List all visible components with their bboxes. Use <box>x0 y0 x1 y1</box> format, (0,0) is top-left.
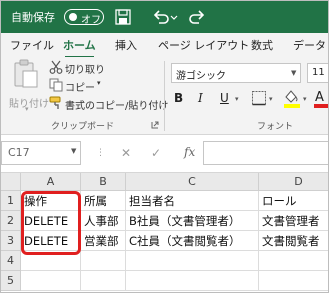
tab-file[interactable]: ファイル <box>10 37 54 53</box>
cut-button[interactable]: 切り取り <box>65 61 105 76</box>
row-header[interactable]: 2 <box>1 211 21 231</box>
clipboard-group-label: クリップボード <box>51 122 115 132</box>
undo-dropdown-icon[interactable] <box>169 7 179 27</box>
table-cell[interactable]: B社員（文書管理者） <box>126 211 259 231</box>
toggle-knob <box>69 13 77 21</box>
row-header[interactable]: 1 <box>1 191 21 211</box>
table-cell[interactable]: 担当者名 <box>126 191 259 211</box>
group-separator <box>164 61 165 131</box>
tab-page-layout[interactable]: ページ レイアウト <box>158 37 249 53</box>
dialog-launcher-icon[interactable] <box>151 121 159 129</box>
table-cell[interactable] <box>21 271 81 291</box>
ribbon-tabs: ファイル ホーム 挿入 ページ レイアウト 数式 データ <box>1 33 328 58</box>
borders-icon[interactable] <box>251 90 267 106</box>
chevron-down-icon[interactable]: ▼ <box>291 63 301 83</box>
formula-bar: C17 ▼ ⋮ ✕ ✓ fx <box>1 135 328 173</box>
font-color-icon[interactable]: A <box>313 88 329 108</box>
formula-input[interactable] <box>203 141 328 165</box>
autosave-toggle[interactable]: オフ <box>64 9 104 26</box>
table-cell[interactable]: 文書管理者 <box>259 211 328 231</box>
tab-data[interactable]: データ <box>293 37 326 53</box>
table-cell[interactable] <box>21 251 81 271</box>
table-cell[interactable]: DELETE <box>21 211 81 231</box>
tab-home[interactable]: ホーム <box>63 37 96 58</box>
table-cell[interactable] <box>259 271 328 291</box>
table-cell[interactable]: 営業部 <box>81 231 126 251</box>
chevron-down-icon[interactable]: ▼ <box>71 147 76 155</box>
copy-dropdown-icon[interactable]: ▾ <box>97 79 101 87</box>
table-cell[interactable] <box>81 251 126 271</box>
insert-function-icon[interactable]: fx <box>184 145 195 159</box>
table-cell[interactable] <box>81 271 126 291</box>
bold-button[interactable]: B <box>174 91 183 105</box>
underline-dropdown-icon[interactable]: ▾ <box>235 95 239 103</box>
format-painter-button[interactable]: 書式のコピー/貼り付け <box>65 97 168 112</box>
italic-button[interactable]: I <box>198 91 203 105</box>
table-cell[interactable] <box>126 251 259 271</box>
table-cell[interactable] <box>126 271 259 291</box>
svg-text:A: A <box>315 90 324 105</box>
font-group-label: フォント <box>257 122 294 132</box>
table-cell[interactable] <box>259 251 328 271</box>
enter-icon[interactable]: ✓ <box>151 146 161 160</box>
autosave-state: オフ <box>81 15 101 26</box>
borders-dropdown-icon[interactable]: ▾ <box>269 95 273 103</box>
row-header[interactable]: 4 <box>1 251 21 271</box>
paste-label: 貼り付け <box>9 99 49 110</box>
format-painter-icon <box>49 96 61 109</box>
table-cell[interactable]: 文書閲覧者 <box>259 231 328 251</box>
table-cell[interactable]: ロール <box>259 191 328 211</box>
ribbon: 貼り付け ▾ 切り取り コピー ▾ 書式のコピー/貼り付け クリップボード 游ゴ… <box>1 57 329 135</box>
underline-button[interactable]: U <box>220 91 229 105</box>
scissors-icon <box>49 60 63 74</box>
column-header[interactable]: B <box>81 173 126 191</box>
copy-icon <box>49 78 63 92</box>
table-cell[interactable]: DELETE <box>21 231 81 251</box>
cell-reference: C17 <box>8 146 30 159</box>
paste-dropdown-icon[interactable]: ▾ <box>25 105 29 113</box>
undo-icon[interactable] <box>151 7 171 27</box>
tab-insert[interactable]: 挿入 <box>115 37 137 53</box>
clipboard-icon <box>14 59 38 88</box>
worksheet-grid: A B C D 1 操作 所属 担当者名 ロール 2 DELETE 人事部 B社員（文書管理者） 文書管理… <box>1 173 328 292</box>
redo-icon[interactable] <box>187 7 207 27</box>
autosave-label: 自動保存 <box>11 11 55 24</box>
more-options-icon: ⋮ <box>96 148 105 158</box>
select-all-corner[interactable] <box>1 173 21 191</box>
excel-window: 自動保存 オフ ファイル ホーム 挿入 ページ レイアウト 数式 データ 貼り付… <box>0 0 329 293</box>
copy-button[interactable]: コピー <box>65 79 95 94</box>
table-cell[interactable]: 所属 <box>81 191 126 211</box>
save-icon[interactable] <box>113 7 133 27</box>
cancel-icon[interactable]: ✕ <box>121 146 131 160</box>
title-bar: 自動保存 オフ <box>1 1 328 33</box>
table-cell[interactable]: 人事部 <box>81 211 126 231</box>
column-header[interactable]: C <box>126 173 259 191</box>
column-header[interactable]: D <box>259 173 328 191</box>
table-cell[interactable]: C社員（文書閲覧者） <box>126 231 259 251</box>
font-name-dropdown[interactable]: 游ゴシック <box>171 63 301 83</box>
paste-button[interactable]: 貼り付け ▾ <box>7 59 49 115</box>
row-header[interactable]: 3 <box>1 231 21 251</box>
font-size-value: 11 <box>312 67 325 78</box>
fill-color-dropdown-icon[interactable]: ▾ <box>303 95 307 103</box>
fill-color-icon[interactable] <box>283 88 301 108</box>
column-header[interactable]: A <box>21 173 81 191</box>
tab-formulas[interactable]: 数式 <box>251 37 273 53</box>
font-name-value: 游ゴシック <box>176 71 226 82</box>
font-size-dropdown[interactable]: 11 <box>307 63 328 83</box>
row-header[interactable]: 5 <box>1 271 21 291</box>
table-cell[interactable]: 操作 <box>21 191 81 211</box>
name-box[interactable]: C17 <box>1 141 81 165</box>
